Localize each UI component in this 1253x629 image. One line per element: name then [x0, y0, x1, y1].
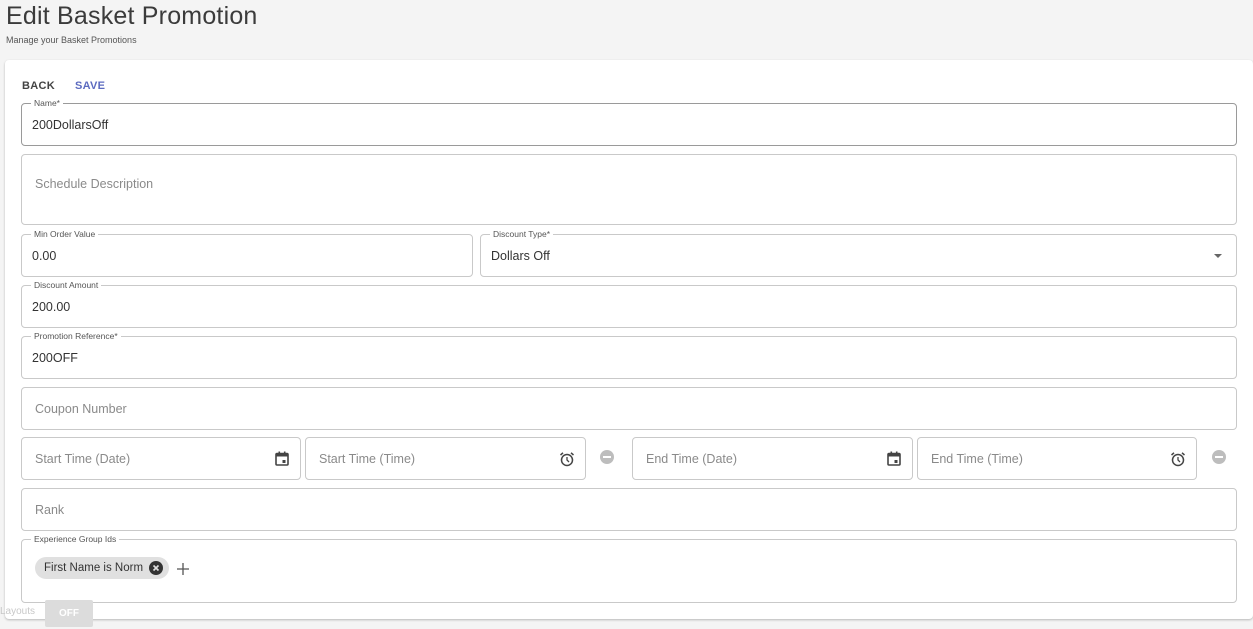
- start-time-placeholder: Start Time (Time): [319, 451, 416, 466]
- discount-type-value: Dollars Off: [491, 248, 550, 263]
- experience-group-ids-field: Experience Group Ids: [21, 533, 1237, 603]
- min-order-value-label: Min Order Value: [31, 228, 99, 240]
- remove-start-time-button[interactable]: [600, 450, 614, 464]
- experience-group-ids-label: Experience Group Ids: [31, 533, 120, 545]
- dropdown-arrow-icon[interactable]: [1210, 248, 1226, 264]
- alarm-clock-icon[interactable]: [1170, 451, 1186, 467]
- add-experience-group-button[interactable]: [175, 561, 191, 577]
- layouts-label: Layouts: [0, 606, 36, 617]
- discount-type-select[interactable]: Discount Type* Dollars Off: [480, 228, 1237, 277]
- experience-group-chip[interactable]: First Name is Norm: [35, 557, 170, 579]
- alarm-clock-icon[interactable]: [559, 451, 575, 467]
- promotion-reference-value: 200OFF: [32, 350, 78, 365]
- calendar-icon[interactable]: [274, 451, 290, 467]
- page-subtitle: Manage your Basket Promotions: [6, 35, 137, 45]
- end-time-field[interactable]: End Time (Time): [917, 437, 1197, 480]
- coupon-number-field[interactable]: Coupon Number: [21, 387, 1237, 430]
- discount-amount-value: 200.00: [32, 299, 71, 314]
- start-date-field[interactable]: Start Time (Date): [21, 437, 301, 480]
- layouts-toggle[interactable]: OFF: [45, 600, 93, 627]
- end-date-placeholder: End Time (Date): [646, 451, 738, 466]
- discount-amount-label: Discount Amount: [31, 279, 102, 291]
- discount-amount-field[interactable]: Discount Amount 200.00: [21, 279, 1237, 328]
- name-value: 200DollarsOff: [32, 117, 109, 132]
- min-order-value-value: 0.00: [32, 248, 57, 263]
- discount-type-label: Discount Type*: [490, 228, 554, 240]
- start-time-field[interactable]: Start Time (Time): [305, 437, 586, 480]
- chip-remove-icon[interactable]: [149, 561, 164, 575]
- end-date-field[interactable]: End Time (Date): [632, 437, 913, 480]
- back-button[interactable]: BACK: [22, 79, 55, 93]
- page-title: Edit Basket Promotion: [6, 2, 258, 30]
- calendar-icon[interactable]: [886, 451, 902, 467]
- name-field[interactable]: Name* 200DollarsOff: [21, 97, 1237, 146]
- promotion-reference-label: Promotion Reference*: [31, 330, 121, 342]
- schedule-description-placeholder: Schedule Description: [35, 177, 154, 191]
- toolbar: BACK SAVE: [22, 79, 105, 93]
- promotion-reference-field[interactable]: Promotion Reference* 200OFF: [21, 330, 1237, 379]
- end-time-placeholder: End Time (Time): [931, 451, 1023, 466]
- rank-field[interactable]: Rank: [21, 488, 1237, 531]
- coupon-number-placeholder: Coupon Number: [35, 401, 127, 416]
- start-date-placeholder: Start Time (Date): [35, 451, 131, 466]
- name-label: Name*: [31, 97, 63, 109]
- remove-end-time-button[interactable]: [1212, 450, 1226, 464]
- chip-label: First Name is Norm: [44, 562, 144, 574]
- min-order-value-field[interactable]: Min Order Value 0.00: [21, 228, 473, 277]
- save-button[interactable]: SAVE: [75, 79, 105, 93]
- rank-placeholder: Rank: [35, 502, 65, 517]
- schedule-description-field[interactable]: Schedule Description: [21, 154, 1237, 225]
